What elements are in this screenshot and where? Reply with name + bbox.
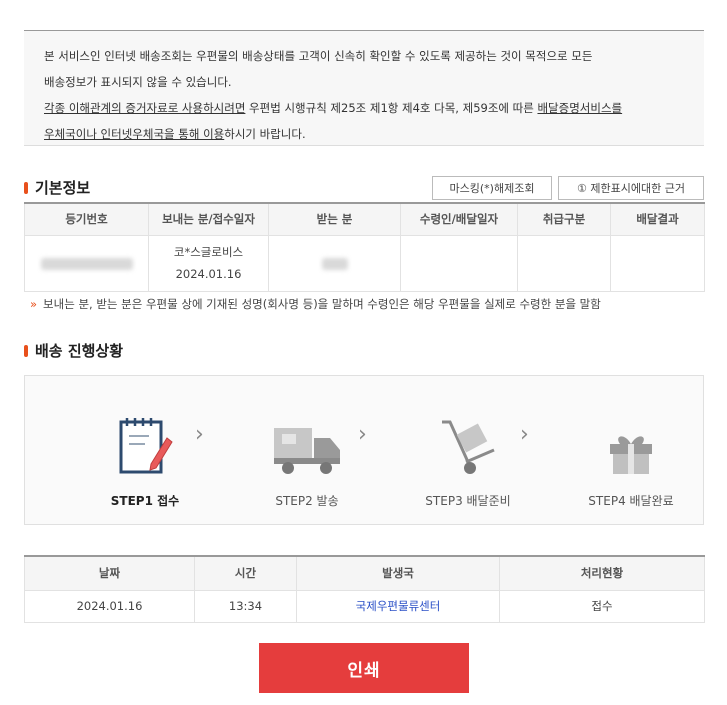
step-4: STEP4 배달완료 xyxy=(561,406,701,509)
step-1-label: STEP1 접수 xyxy=(110,494,180,508)
header-date: 날짜 xyxy=(24,555,195,591)
masked-tracking-number xyxy=(40,257,133,270)
hand-cart-icon xyxy=(442,420,495,474)
delivery-certificate-link[interactable]: 배달증명서비스를 xyxy=(537,101,622,115)
history-time: 13:34 xyxy=(194,589,297,623)
restriction-reason-button[interactable]: ① 제한표시에대한 근거 xyxy=(558,176,704,200)
history-status: 접수 xyxy=(499,589,705,623)
history-header-row: 날짜 시간 발생국 처리현황 xyxy=(24,555,705,591)
tracking-number-cell xyxy=(24,234,149,292)
step-4-label: STEP4 배달완료 xyxy=(588,494,674,508)
section-bullet-icon xyxy=(24,344,28,357)
chevron-right-icon: › xyxy=(195,422,204,447)
header-status: 처리현황 xyxy=(499,555,705,591)
header-receiver: 받는 분 xyxy=(268,202,401,236)
chevron-right-icon: › xyxy=(520,422,529,447)
notice-line-2: 배송정보가 표시되지 않을 수 있습니다. xyxy=(44,75,232,89)
basic-info-table: 등기번호 보내는 분/접수일자 받는 분 수령인/배달일자 취급구분 배달결과 … xyxy=(24,202,705,292)
masked-receiver xyxy=(321,257,348,270)
history-row: 2024.01.16 13:34 국제우편물류센터 접수 xyxy=(24,589,705,623)
basic-info-header-row: 등기번호 보내는 분/접수일자 받는 분 수령인/배달일자 취급구분 배달결과 xyxy=(24,202,705,236)
section-bullet-icon xyxy=(24,181,28,194)
gift-box-icon xyxy=(610,436,652,474)
clipboard-icon xyxy=(119,418,173,474)
basic-info-row: 코*스글로비스 2024.01.16 xyxy=(24,234,705,292)
header-office: 발생국 xyxy=(296,555,500,591)
print-button[interactable]: 인쇄 xyxy=(259,643,469,693)
basic-info-title: 기본정보 xyxy=(24,177,90,198)
notice-box: 본 서비스인 인터넷 배송조회는 우편물의 배송상태를 고객이 신속히 확인할 … xyxy=(24,30,704,146)
truck-icon xyxy=(274,428,340,474)
footnote-arrow-icon: » xyxy=(30,297,38,311)
chevron-right-icon: › xyxy=(358,422,367,447)
header-tracking-number: 등기번호 xyxy=(24,202,149,236)
notice-line-4: 우체국이나 인터넷우체국을 통해 이용하시기 바랍니다. xyxy=(44,127,306,141)
sender-cell: 코*스글로비스 2024.01.16 xyxy=(148,234,269,292)
progress-title: 배송 진행상황 xyxy=(24,340,123,361)
step-1: STEP1 접수 xyxy=(75,406,215,509)
step-3-label: STEP3 배달준비 xyxy=(425,494,511,508)
header-recipient-date: 수령인/배달일자 xyxy=(400,202,518,236)
history-office-link[interactable]: 국제우편물류센터 xyxy=(296,589,500,623)
header-time: 시간 xyxy=(194,555,297,591)
handling-type-cell xyxy=(517,234,611,292)
notice-line-1: 본 서비스인 인터넷 배송조회는 우편물의 배송상태를 고객이 신속히 확인할 … xyxy=(44,49,593,63)
delivery-steps: STEP1 접수 › STEP2 발송 › STEP3 배달준비 › STEP4… xyxy=(24,375,704,525)
step-2-label: STEP2 발송 xyxy=(275,494,339,508)
footnote: » 보내는 분, 받는 분은 우편물 상에 기재된 성명(회사명 등)을 말하며 … xyxy=(30,297,601,311)
sender-name: 코*스글로비스 xyxy=(173,245,244,259)
header-handling-type: 취급구분 xyxy=(517,202,611,236)
step-3: STEP3 배달준비 xyxy=(398,406,538,509)
header-sender: 보내는 분/접수일자 xyxy=(148,202,269,236)
history-date: 2024.01.16 xyxy=(24,589,195,623)
evidence-link[interactable]: 각종 이해관계의 증거자료로 사용하시려면 xyxy=(44,101,245,115)
unmask-button[interactable]: 마스킹(*)해제조회 xyxy=(432,176,552,200)
post-office-link[interactable]: 우체국이나 인터넷우체국을 통해 이용 xyxy=(44,127,224,141)
sender-date: 2024.01.16 xyxy=(175,267,242,281)
notice-line-3: 각종 이해관계의 증거자료로 사용하시려면 우편법 시행규칙 제25조 제1항 … xyxy=(44,101,623,115)
step-2: STEP2 발송 xyxy=(237,406,377,509)
delivery-result-cell xyxy=(610,234,705,292)
header-delivery-result: 배달결과 xyxy=(610,202,705,236)
receiver-cell xyxy=(268,234,401,292)
recipient-date-cell xyxy=(400,234,518,292)
delivery-history-table: 날짜 시간 발생국 처리현황 2024.01.16 13:34 국제우편물류센터… xyxy=(24,555,705,623)
